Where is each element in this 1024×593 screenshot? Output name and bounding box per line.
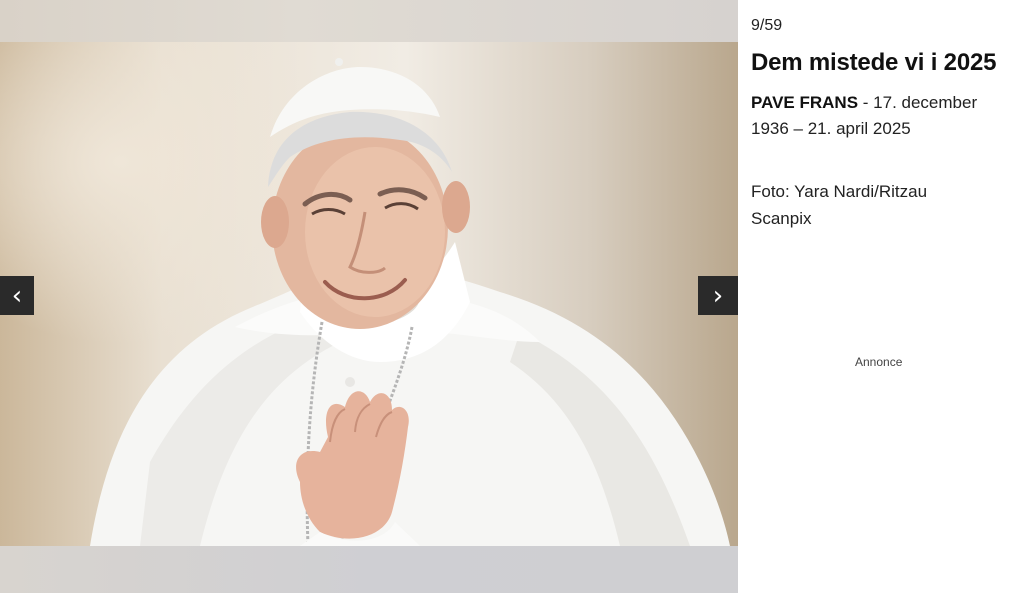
- caption-person-name: PAVE FRANS: [751, 93, 859, 112]
- photo-credit: Foto: Yara Nardi/Ritzau Scanpix: [751, 182, 928, 228]
- photo-illustration: [90, 58, 730, 546]
- photo-bottom-band: [0, 546, 738, 593]
- photo-caption: PAVE FRANS - 17. december 1936 – 21. apr…: [751, 90, 991, 142]
- gallery-viewer: ‹ ›: [0, 0, 738, 593]
- chevron-left-icon: ‹: [11, 280, 23, 311]
- photo-top-band: [0, 0, 738, 42]
- next-photo-button[interactable]: ›: [698, 276, 738, 315]
- caption-separator: -: [858, 93, 874, 112]
- previous-photo-button[interactable]: ‹: [0, 276, 34, 315]
- chevron-right-icon: ›: [712, 280, 724, 311]
- gallery-title: Dem mistede vi i 2025: [751, 49, 997, 76]
- gallery-photo: [0, 42, 738, 546]
- ad-label: Annonce: [855, 355, 903, 369]
- photo-counter: 9/59: [751, 17, 783, 34]
